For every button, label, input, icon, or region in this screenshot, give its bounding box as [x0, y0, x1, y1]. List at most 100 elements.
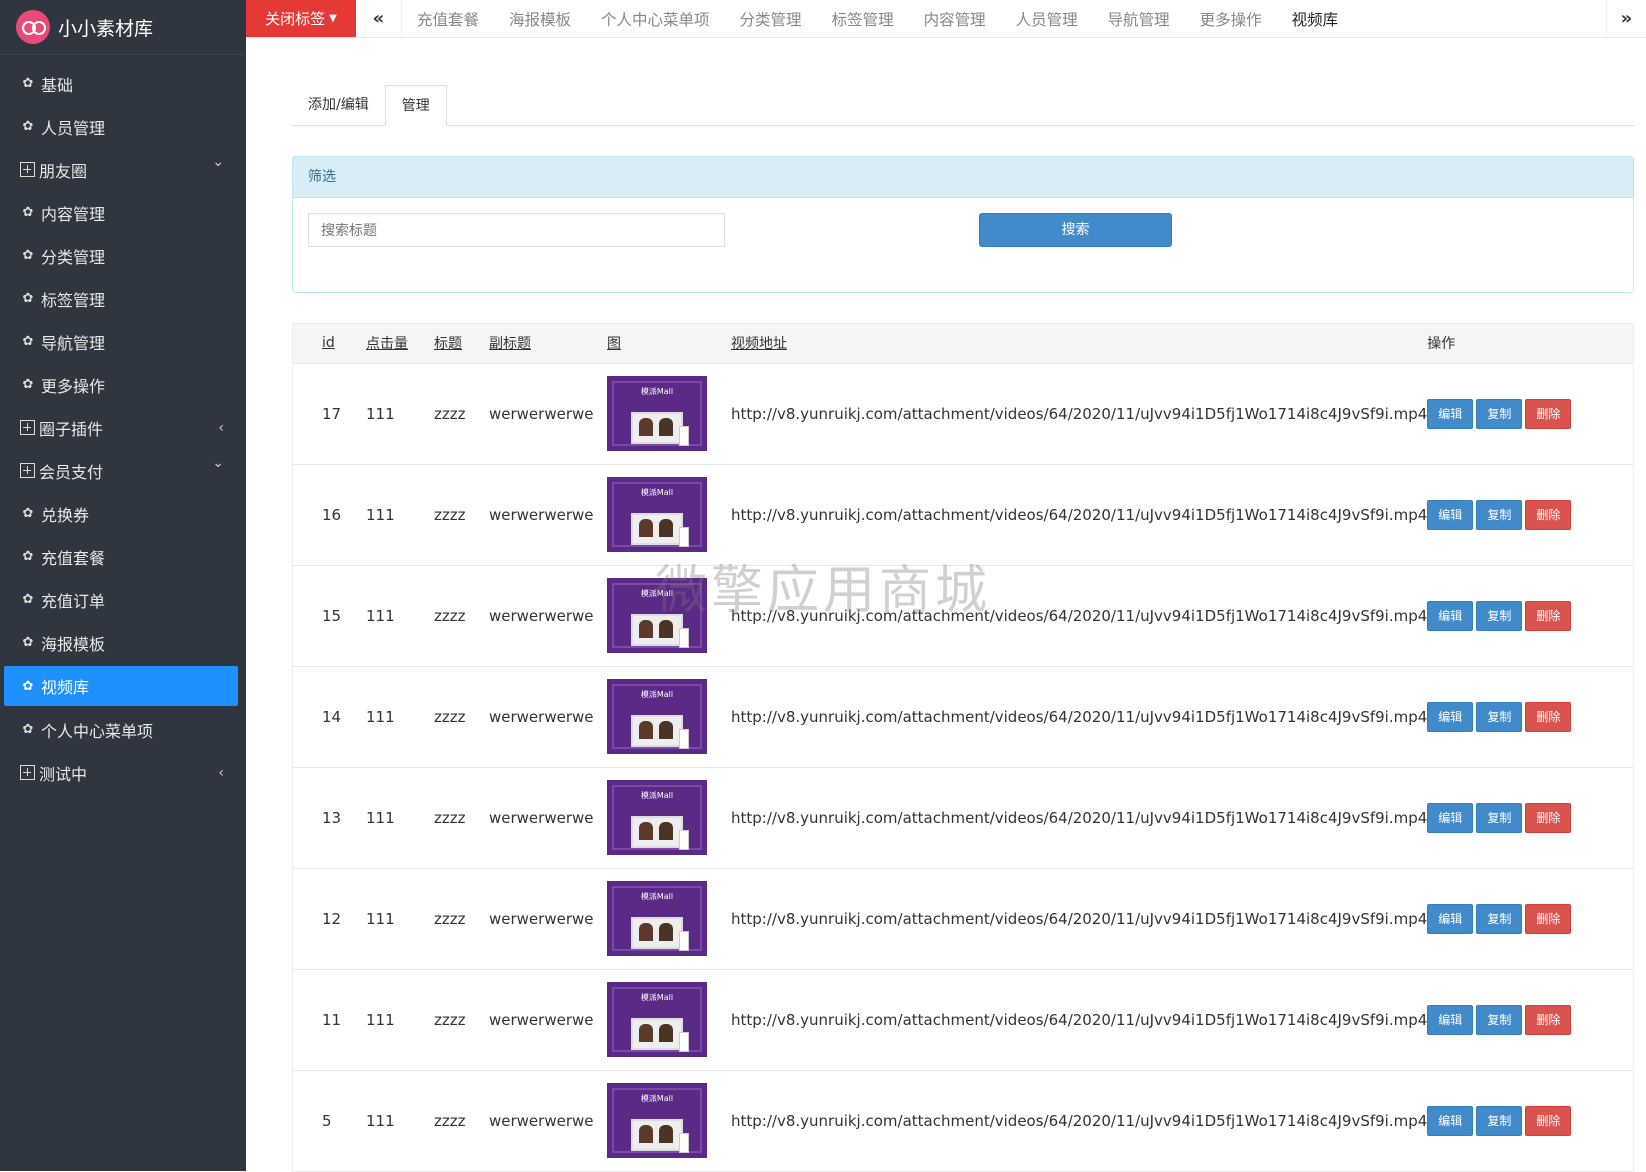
sidebar-item-2[interactable]: 朋友圈 ⌄: [0, 148, 246, 191]
edit-button[interactable]: 编辑: [1427, 398, 1474, 429]
sidebar-item-3[interactable]: ✿ 内容管理: [0, 191, 246, 234]
cell-clicks: 111: [366, 505, 395, 524]
delete-button[interactable]: 删除: [1525, 802, 1572, 833]
open-tab-2[interactable]: 个人中心菜单项: [586, 8, 725, 30]
open-tab-9[interactable]: 视频库: [1277, 8, 1354, 30]
sidebar-item-15[interactable]: ✿ 个人中心菜单项: [0, 708, 246, 751]
copy-button[interactable]: 复制: [1476, 499, 1523, 530]
tab-manage[interactable]: 管理: [384, 85, 447, 126]
sidebar-item-12[interactable]: ✿ 充值订单: [0, 578, 246, 621]
col-title[interactable]: 标题: [434, 324, 489, 363]
cell-actions: 编辑 复制 删除: [1427, 1070, 1633, 1171]
app-logo[interactable]: 小小素材库: [0, 0, 246, 55]
video-thumbnail[interactable]: 模派Mall: [607, 1083, 707, 1159]
video-thumbnail[interactable]: 模派Mall: [607, 982, 707, 1057]
search-input[interactable]: [308, 213, 725, 247]
delete-button[interactable]: 删除: [1525, 701, 1572, 732]
video-thumbnail[interactable]: 模派Mall: [607, 780, 707, 855]
edit-button[interactable]: 编辑: [1427, 1105, 1474, 1136]
open-tab-5[interactable]: 内容管理: [909, 8, 1001, 30]
cell-id: 13: [322, 808, 342, 827]
delete-button[interactable]: 删除: [1525, 1004, 1572, 1035]
open-tab-0[interactable]: 充值套餐: [402, 8, 494, 30]
video-thumbnail[interactable]: 模派Mall: [607, 477, 707, 552]
col-video-url[interactable]: 视频地址: [731, 324, 1427, 363]
col-subtitle[interactable]: 副标题: [489, 324, 607, 363]
tab-add-edit[interactable]: 添加/编辑: [292, 85, 385, 126]
scroll-left-icon[interactable]: «: [356, 0, 402, 37]
delete-button[interactable]: 删除: [1525, 600, 1572, 631]
open-tab-4[interactable]: 标签管理: [817, 8, 909, 30]
edit-button[interactable]: 编辑: [1427, 600, 1474, 631]
col-image[interactable]: 图: [607, 324, 731, 363]
gear-icon: ✿: [22, 291, 34, 306]
delete-button[interactable]: 删除: [1525, 1105, 1572, 1136]
sidebar-item-10[interactable]: ✿ 兑换券: [0, 492, 246, 535]
open-tab-7[interactable]: 导航管理: [1093, 8, 1185, 30]
edit-button[interactable]: 编辑: [1427, 499, 1474, 530]
open-tab-6[interactable]: 人员管理: [1001, 8, 1093, 30]
tab-bar: 关闭标签 ▼ « 充值套餐 海报模板 个人中心菜单项 分类管理 标签管理 内容管理 人员管理…: [246, 0, 1646, 38]
sidebar-item-label: 测试中: [39, 764, 88, 784]
delete-button[interactable]: 删除: [1525, 398, 1572, 429]
sidebar-item-8[interactable]: 圈子插件 ‹: [0, 406, 246, 449]
edit-button[interactable]: 编辑: [1427, 1004, 1474, 1035]
cell-clicks: 111: [366, 707, 395, 726]
sidebar-item-4[interactable]: ✿ 分类管理: [0, 234, 246, 277]
filter-body: 搜索: [293, 198, 1633, 293]
sidebar-item-0[interactable]: ✿ 基础: [0, 62, 246, 105]
open-tab-3[interactable]: 分类管理: [725, 8, 817, 30]
close-tabs-button[interactable]: 关闭标签 ▼: [246, 0, 356, 37]
sidebar-item-16[interactable]: 测试中 ‹: [0, 751, 246, 794]
sub-tabs: 添加/编辑 管理: [292, 85, 1634, 126]
sidebar-item-5[interactable]: ✿ 标签管理: [0, 277, 246, 320]
scroll-right-icon[interactable]: »: [1606, 0, 1646, 37]
cell-title: zzzz: [434, 606, 466, 625]
col-clicks[interactable]: 点击量: [366, 324, 434, 363]
thumbnail-caption: 模派Mall: [640, 589, 674, 598]
sidebar-item-7[interactable]: ✿ 更多操作: [0, 363, 246, 406]
cell-id: 17: [322, 404, 342, 423]
sidebar-item-6[interactable]: ✿ 导航管理: [0, 320, 246, 363]
delete-button[interactable]: 删除: [1525, 499, 1572, 530]
copy-button[interactable]: 复制: [1476, 1105, 1523, 1136]
open-tab-1[interactable]: 海报模板: [494, 8, 586, 30]
copy-button[interactable]: 复制: [1476, 802, 1523, 833]
sidebar-item-14[interactable]: ✿ 视频库: [4, 666, 238, 706]
open-tabs: 充值套餐 海报模板 个人中心菜单项 分类管理 标签管理 内容管理 人员管理 导航管理 更多操作视…: [402, 0, 1606, 37]
copy-button[interactable]: 复制: [1476, 903, 1523, 934]
copy-button[interactable]: 复制: [1476, 1004, 1523, 1035]
cell-clicks: 111: [366, 1111, 395, 1130]
logo-icon: [16, 10, 50, 44]
thumbnail-screen: [631, 816, 683, 848]
copy-button[interactable]: 复制: [1476, 398, 1523, 429]
edit-button[interactable]: 编辑: [1427, 701, 1474, 732]
sidebar-item-11[interactable]: ✿ 充值套餐: [0, 535, 246, 578]
cell-video-url: http://v8.yunruikj.com/attachment/videos…: [731, 1111, 1428, 1130]
cell-image: 模派Mall: [607, 868, 731, 969]
delete-button[interactable]: 删除: [1525, 903, 1572, 934]
sidebar-item-13[interactable]: ✿ 海报模板: [0, 621, 246, 664]
sidebar-item-label: 朋友圈: [39, 161, 88, 181]
video-thumbnail[interactable]: 模派Mall: [607, 881, 707, 956]
cell-video-url: http://v8.yunruikj.com/attachment/videos…: [731, 707, 1428, 726]
video-thumbnail[interactable]: 模派Mall: [607, 679, 707, 754]
search-button[interactable]: 搜索: [979, 213, 1172, 247]
edit-button[interactable]: 编辑: [1427, 802, 1474, 833]
col-id[interactable]: id: [293, 324, 366, 363]
cell-subtitle: werwerwerwe: [489, 404, 594, 423]
video-thumbnail[interactable]: 模派Mall: [607, 578, 707, 653]
video-thumbnail[interactable]: 模派Mall: [607, 376, 707, 451]
cell-title: zzzz: [434, 1111, 466, 1130]
open-tab-8[interactable]: 更多操作: [1185, 8, 1277, 30]
thumbnail-screen: [631, 513, 683, 545]
copy-button[interactable]: 复制: [1476, 600, 1523, 631]
copy-button[interactable]: 复制: [1476, 701, 1523, 732]
edit-button[interactable]: 编辑: [1427, 903, 1474, 934]
sidebar-item-1[interactable]: ✿ 人员管理: [0, 105, 246, 148]
table-row: 14 111 zzzz werwerwerwe 模派Mall http://v8.yunr…: [293, 666, 1633, 767]
sidebar-item-9[interactable]: 会员支付 ⌄: [0, 449, 246, 492]
cell-title: zzzz: [434, 1010, 466, 1029]
cell-subtitle: werwerwerwe: [489, 808, 594, 827]
sidebar-item-label: 视频库: [41, 678, 90, 697]
